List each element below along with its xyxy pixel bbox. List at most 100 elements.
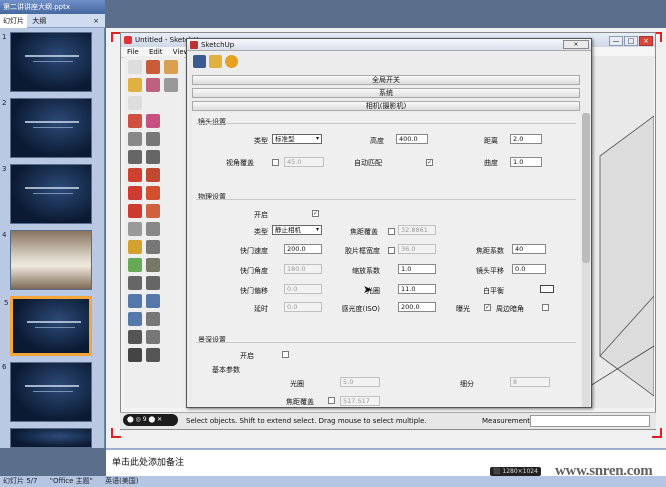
shutter-offset-input[interactable]: 0.0 <box>284 284 322 294</box>
zoom-factor-input[interactable]: 1.0 <box>398 264 436 274</box>
dof-focal-override-input[interactable]: 517.517 <box>340 396 380 406</box>
auto-match-checkbox[interactable]: ✓ <box>426 159 433 166</box>
text-tool-icon[interactable] <box>146 240 160 254</box>
tab-outline[interactable]: 大纲 <box>29 14 49 28</box>
shutter-speed-input[interactable]: 200.0 <box>284 244 322 254</box>
scale-icon[interactable] <box>128 204 142 218</box>
dimension-icon[interactable] <box>146 222 160 236</box>
physical-on-checkbox[interactable]: ✓ <box>312 210 319 217</box>
measurements-input[interactable] <box>530 415 650 427</box>
curvature-input[interactable]: 1.0 <box>510 157 542 167</box>
protractor-icon[interactable] <box>128 240 142 254</box>
dialog-close-button[interactable]: × <box>563 40 589 49</box>
camera-type-select[interactable]: 静止相机 <box>272 225 322 235</box>
arrow-icon[interactable] <box>128 96 142 110</box>
distance-input[interactable]: 2.0 <box>510 134 542 144</box>
tape-measure-icon[interactable] <box>128 222 142 236</box>
dof-focal-override-checkbox[interactable] <box>328 397 335 404</box>
close-icon[interactable]: × <box>90 14 102 28</box>
lens-shift-input[interactable]: 0.0 <box>512 264 546 274</box>
move-icon[interactable] <box>128 168 142 182</box>
resolution-tag: ⬛ 1280×1024 <box>490 467 541 476</box>
theme-name: "Office 主题" <box>49 477 93 485</box>
slide-thumbnail-7[interactable]: 7 <box>10 428 92 448</box>
close-button[interactable]: × <box>639 36 653 46</box>
zoom-window-icon[interactable] <box>146 294 160 308</box>
circle-icon[interactable] <box>128 150 142 164</box>
pencil-tool-icon[interactable] <box>146 60 160 74</box>
film-gate-input[interactable]: 36.0 <box>398 244 436 254</box>
slide-thumbnail-6[interactable]: 6 <box>2 362 92 422</box>
slide-thumbnail-4[interactable]: 4 <box>2 230 92 290</box>
dof-on-checkbox[interactable] <box>282 351 289 358</box>
focal-override-input[interactable]: 32.8861 <box>398 225 436 235</box>
orbit-icon[interactable] <box>128 276 142 290</box>
dof-aperture-input[interactable]: 5.0 <box>340 377 380 387</box>
menu-edit[interactable]: Edit <box>149 48 163 56</box>
pencil-icon[interactable] <box>128 132 142 146</box>
f-number-input[interactable]: 11.0 <box>398 284 436 294</box>
fov-input[interactable]: 45.0 <box>284 157 324 167</box>
paint-icon[interactable] <box>128 114 142 128</box>
focal-override-label: 焦距覆盖 <box>350 228 378 236</box>
save-icon[interactable] <box>193 55 206 68</box>
tab-slides[interactable]: 幻灯片 <box>0 14 27 28</box>
rectangle-tool-icon[interactable] <box>164 60 178 74</box>
auto-match-label: 自动匹配 <box>354 159 382 167</box>
minimize-button[interactable]: — <box>609 36 623 46</box>
look-around-icon[interactable] <box>146 348 160 362</box>
zoom-extents-icon[interactable] <box>128 312 142 326</box>
lens-type-select[interactable]: 标准型 <box>272 134 322 144</box>
camera-settings-panel[interactable]: 镜头设置 类型 标准型 高度 400.0 距离 2.0 视角覆盖 45.0 自动… <box>192 113 580 407</box>
follow-me-icon[interactable] <box>146 186 160 200</box>
latency-input[interactable]: 0.0 <box>284 302 322 312</box>
rotate-icon[interactable] <box>128 186 142 200</box>
white-balance-swatch[interactable] <box>540 285 554 293</box>
vignette-checkbox[interactable] <box>542 304 549 311</box>
slide-thumbnail-5[interactable]: 5 <box>4 296 92 356</box>
open-folder-icon[interactable] <box>209 55 222 68</box>
exposure-checkbox[interactable]: ✓ <box>484 304 491 311</box>
arc-icon[interactable] <box>146 132 160 146</box>
focal-factor-input[interactable]: 40 <box>512 244 546 254</box>
circle-tool-icon[interactable] <box>164 78 178 92</box>
slide-thumbnail-1[interactable]: 1 <box>2 32 92 92</box>
eraser-icon[interactable] <box>146 114 160 128</box>
position-camera-icon[interactable] <box>128 330 142 344</box>
language-indicator[interactable]: 英语(美国) <box>105 477 138 485</box>
section-system[interactable]: 系统 <box>192 88 580 98</box>
footprints-icon[interactable] <box>128 348 142 362</box>
walk-icon[interactable] <box>146 330 160 344</box>
site-watermark: www.snren.com <box>555 463 653 479</box>
dialog-scrollbar[interactable] <box>582 113 590 407</box>
pan-icon[interactable] <box>146 276 160 290</box>
3d-text-icon[interactable] <box>146 258 160 272</box>
recorder-badge[interactable]: ⬤ ◎ 9 ⬤ ✕ <box>123 414 178 426</box>
axes-icon[interactable] <box>128 258 142 272</box>
section-camera[interactable]: 相机(摄影机) <box>192 101 580 111</box>
maximize-button[interactable]: □ <box>624 36 638 46</box>
slide-thumbnail-3[interactable]: 3 <box>2 164 92 224</box>
scrollbar-thumb[interactable] <box>582 113 590 263</box>
slide-thumbnail-2[interactable]: 2 <box>2 98 92 158</box>
slide-thumbnail-panel: 1 2 3 4 5 6 7 <box>0 28 105 448</box>
offset-icon[interactable] <box>146 204 160 218</box>
focal-override-checkbox[interactable] <box>388 228 395 235</box>
film-gate-checkbox[interactable] <box>388 247 395 254</box>
sketchup-viewport[interactable] <box>590 56 654 408</box>
distance-label: 距离 <box>484 137 498 145</box>
previous-view-icon[interactable] <box>146 312 160 326</box>
eraser-icon[interactable] <box>146 78 160 92</box>
menu-file[interactable]: File <box>127 48 139 56</box>
reset-icon[interactable] <box>225 55 238 68</box>
paint-bucket-icon[interactable] <box>128 78 142 92</box>
height-input[interactable]: 400.0 <box>396 134 428 144</box>
section-global-switches[interactable]: 全局开关 <box>192 75 580 85</box>
shutter-angle-input[interactable]: 180.0 <box>284 264 322 274</box>
zoom-icon[interactable] <box>128 294 142 308</box>
polygon-icon[interactable] <box>146 150 160 164</box>
select-tool-icon[interactable] <box>128 60 142 74</box>
dof-subdivs-input[interactable]: 8 <box>510 377 550 387</box>
fov-checkbox[interactable] <box>272 159 279 166</box>
push-pull-icon[interactable] <box>146 168 160 182</box>
